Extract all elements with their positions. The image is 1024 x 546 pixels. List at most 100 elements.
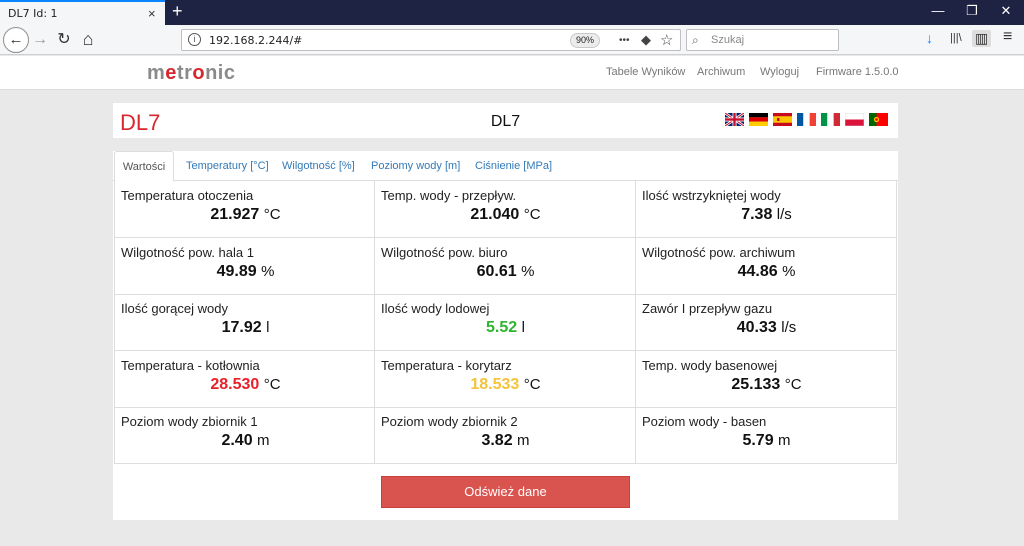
reading-number: 5.79 [742,432,774,449]
value-cell-reading: 49.89 % [115,263,376,281]
reading-unit: °C [523,376,541,393]
reading-unit: l/s [781,319,797,336]
browser-titlebar: DL7 Id: 1 × + — ❐ ✕ [0,0,1024,25]
value-cell-reading: 3.82 m [375,432,636,450]
library-icon[interactable]: |||\ [950,32,962,44]
reading-unit: % [521,263,535,280]
reading-number: 49.89 [216,263,257,280]
info-icon[interactable]: i [188,33,201,46]
value-cell-label: Temp. wody basenowej [642,358,778,373]
search-icon: ⌕ [692,33,699,47]
home-icon[interactable]: ⌂ [75,26,101,52]
value-cell-reading: 7.38 l/s [636,206,897,224]
flag-fr-icon[interactable] [797,113,816,126]
value-cell-label: Ilość gorącej wody [121,301,228,316]
value-cell-reading: 28.530 °C [115,376,376,394]
reading-unit: l [521,319,525,336]
bookmark-star-icon[interactable]: ☆ [660,31,673,49]
nav-wyloguj[interactable]: Wyloguj [760,66,799,78]
value-cell-label: Poziom wody zbiornik 2 [381,414,518,429]
value-cell-reading: 60.61 % [375,263,636,281]
value-cell: Temp. wody basenowej 25.133 °C [636,351,897,408]
close-window-icon[interactable]: ✕ [996,3,1016,19]
reading-unit: l/s [776,206,792,223]
flag-de-icon[interactable] [749,113,768,126]
browser-tab[interactable]: DL7 Id: 1 × [0,0,165,25]
reading-number: 44.86 [737,263,778,280]
reading-number: 3.82 [481,432,513,449]
minimize-icon[interactable]: — [928,3,948,18]
value-cell-reading: 25.133 °C [636,376,897,394]
value-cell: Poziom wody zbiornik 1 2.40 m [114,407,375,464]
value-cell-label: Temp. wody - przepływ. [381,188,517,203]
value-cell: Wilgotność pow. hala 1 49.89 % [114,238,375,295]
value-cell-label: Temperatura otoczenia [121,188,254,203]
value-cell: Temperatura otoczenia 21.927 °C [114,181,375,238]
value-cell-reading: 5.52 l [375,319,636,337]
reading-unit: % [782,263,796,280]
device-title-panel: DL7 DL7 [113,103,898,138]
forward-icon[interactable]: → [27,27,53,53]
zoom-badge[interactable]: 90% [570,33,601,48]
value-cell-reading: 44.86 % [636,263,897,281]
metronic-logo[interactable]: metronic [147,62,236,85]
reading-number: 60.61 [476,263,517,280]
value-cell: Poziom wody zbiornik 2 3.82 m [375,407,636,464]
page-actions-icon[interactable]: ••• [619,35,630,46]
search-input[interactable]: Szukaj [711,34,744,46]
value-cell-label: Zawór I przepływ gazu [642,301,773,316]
sidebar-icon[interactable]: ▥ [972,30,992,47]
site-header: metronic Tabele Wyników Archiwum Wyloguj… [0,56,1024,90]
back-icon[interactable]: ← [3,27,29,53]
flag-it-icon[interactable] [821,113,840,126]
new-tab-icon[interactable]: + [172,1,183,22]
value-cell-label: Temperatura - kotłownia [121,358,260,373]
nav-tabele-wynikow[interactable]: Tabele Wyników [606,66,685,78]
url-bar[interactable]: i 192.168.2.244/# 90% ••• ◆ ☆ [181,29,681,51]
tab-poziomy-wody[interactable]: Poziomy wody [m] [371,151,460,181]
value-cell-reading: 5.79 m [636,432,897,450]
url-text[interactable]: 192.168.2.244/# [209,34,302,47]
reading-number: 17.92 [221,319,262,336]
value-cell-label: Wilgotność pow. archiwum [642,245,796,260]
value-cell: Zawór I przepływ gazu 40.33 l/s [636,294,897,351]
reading-unit: m [517,432,530,449]
nav-firmware[interactable]: Firmware 1.5.0.0 [816,66,899,78]
reading-number: 21.927 [210,206,260,223]
reading-number: 5.52 [486,319,518,336]
download-icon[interactable]: ↓ [926,30,933,46]
value-cell-label: Wilgotność pow. biuro [381,245,508,260]
reading-number: 25.133 [731,376,781,393]
flag-pt-icon[interactable] [869,113,888,126]
refresh-button[interactable]: Odśwież dane [381,476,630,508]
reading-number: 2.40 [221,432,253,449]
pocket-icon[interactable]: ◆ [641,32,651,48]
tab-cisnienie[interactable]: Ciśnienie [MPa] [475,151,552,181]
menu-icon[interactable]: ≡ [1003,28,1012,46]
values-panel: Wartości Temperatury [°C] Wilgotność [%]… [113,151,898,520]
reading-unit: °C [263,206,281,223]
flag-uk-icon[interactable] [725,113,744,126]
reload-icon[interactable]: ↻ [51,27,77,53]
value-cell-label: Ilość wstrzykniętej wody [642,188,781,203]
value-cell-reading: 2.40 m [115,432,376,450]
value-cell: Ilość wstrzykniętej wody 7.38 l/s [636,181,897,238]
tab-close-icon[interactable]: × [148,6,156,21]
tab-title: DL7 Id: 1 [8,7,58,20]
value-cell-reading: 21.927 °C [115,206,376,224]
restore-icon[interactable]: ❐ [962,3,982,19]
value-cell: Temperatura - kotłownia 28.530 °C [114,351,375,408]
flag-es-icon[interactable] [773,113,792,126]
tab-temperatury[interactable]: Temperatury [°C] [186,151,269,181]
tab-wartosci[interactable]: Wartości [114,151,174,182]
value-cell: Ilość wody lodowej 5.52 l [375,294,636,351]
value-cell: Poziom wody - basen 5.79 m [636,407,897,464]
search-bar[interactable]: ⌕ Szukaj [686,29,839,51]
flag-pl-icon[interactable] [845,113,864,126]
value-cell-label: Poziom wody zbiornik 1 [121,414,258,429]
nav-archiwum[interactable]: Archiwum [697,66,745,78]
tab-wilgotnosc[interactable]: Wilgotność [%] [282,151,355,181]
value-cell: Wilgotność pow. archiwum 44.86 % [636,238,897,295]
reading-unit: m [778,432,791,449]
reading-number: 7.38 [741,206,773,223]
